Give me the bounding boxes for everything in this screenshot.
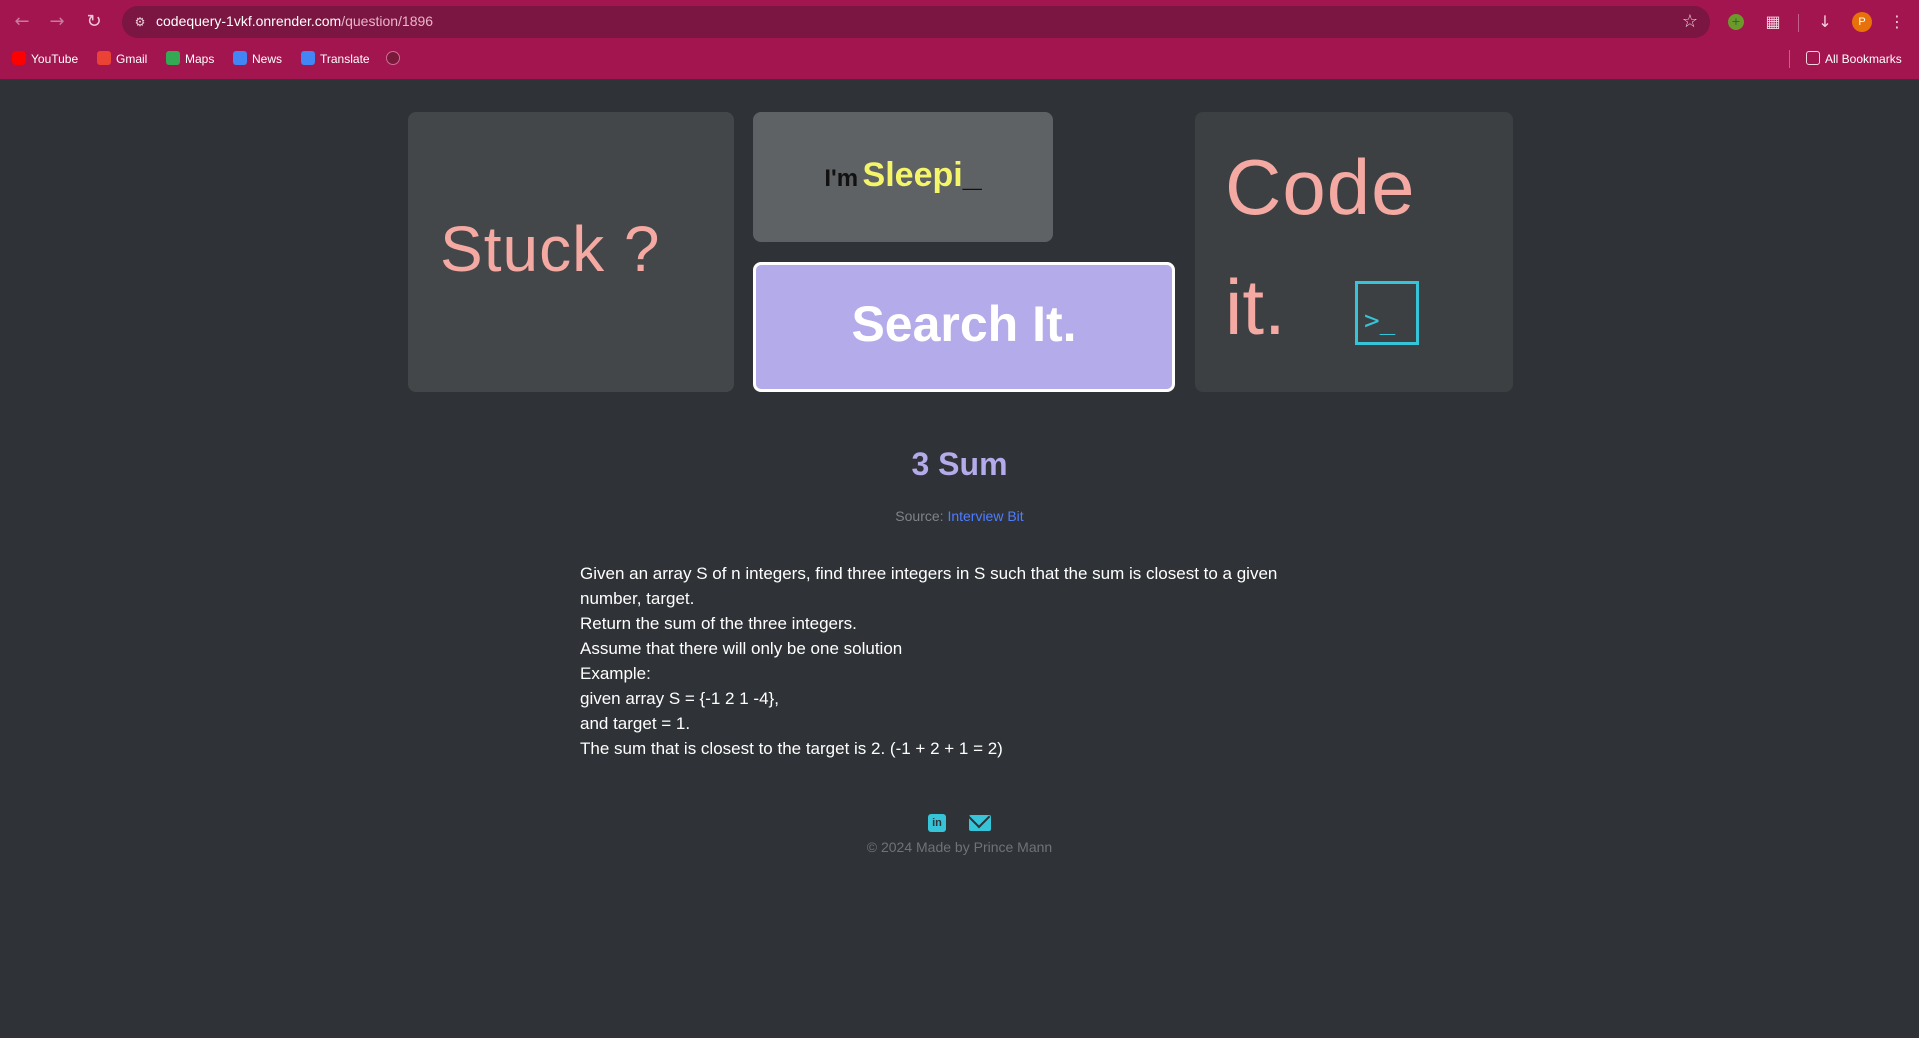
folder-icon (1806, 51, 1820, 65)
search-card[interactable]: Search It. (753, 262, 1175, 392)
youtube-icon (12, 51, 26, 65)
download-icon[interactable]: ↓ (1814, 11, 1836, 33)
url-host: codequery-1vkf.onrender.com (156, 13, 342, 29)
bookmark-star-icon[interactable]: ☆ (1682, 11, 1698, 32)
question-description: Given an array S of n integers, find thr… (580, 561, 1340, 761)
description-line: Assume that there will only be one solut… (580, 639, 903, 658)
terminal-icon[interactable]: >_ (1355, 281, 1419, 345)
description-line: Example: (580, 664, 651, 683)
forward-icon[interactable]: → (45, 10, 69, 34)
question-source: Source: Interview Bit (0, 508, 1919, 524)
bookmark-label: YouTube (31, 52, 79, 66)
site-info-icon[interactable]: ⚙ (132, 14, 148, 30)
bookmark-label: Maps (185, 52, 215, 66)
description-line: The sum that is closest to the target is… (580, 739, 1003, 758)
bookmark-news[interactable]: News (233, 50, 282, 68)
bookmark-youtube[interactable]: YouTube (12, 50, 78, 68)
puzzle-icon[interactable]: ▦ (1762, 11, 1784, 33)
globe-icon (386, 51, 400, 65)
description-line: Given an array S of n integers, find thr… (580, 564, 1278, 608)
profile-avatar[interactable]: P (1852, 12, 1872, 32)
bookmarks-bar: YouTube Gmail Maps News Translate All Bo… (0, 46, 1919, 72)
sleeping-text: I'm Sleepi_ (753, 156, 1053, 195)
bookmarks-divider (1789, 50, 1790, 68)
bookmark-gmail[interactable]: Gmail (97, 50, 147, 68)
footer-social: in (0, 812, 1919, 832)
description-line: given array S = {-1 2 1 -4}, (580, 689, 779, 708)
reload-icon[interactable]: ↻ (82, 10, 106, 34)
maps-icon (166, 51, 180, 65)
mail-icon[interactable] (969, 814, 992, 831)
extension-green-icon[interactable]: + (1728, 14, 1744, 30)
toolbar-divider (1798, 14, 1799, 32)
code-card: Code it. >_ (1195, 112, 1513, 392)
source-label: Source: (895, 508, 944, 524)
it-text: it. (1225, 263, 1286, 351)
stuck-card: Stuck ? (408, 112, 734, 392)
stuck-text: Stuck ? (440, 213, 661, 285)
terminal-prompt: >_ (1364, 306, 1396, 336)
code-text: Code (1225, 143, 1416, 231)
address-bar[interactable]: ⚙ codequery-1vkf.onrender.com/question/1… (122, 6, 1710, 38)
translate-icon (301, 51, 315, 65)
bookmark-label: Translate (320, 52, 370, 66)
description-line: and target = 1. (580, 714, 691, 733)
copyright-text: © 2024 Made by Prince Mann (866, 839, 1053, 855)
back-icon[interactable]: ← (10, 10, 34, 34)
question-title: 3 Sum (911, 446, 1008, 482)
bookmark-label: News (252, 52, 283, 66)
menu-kebab-icon[interactable]: ⋮ (1886, 11, 1908, 33)
sleeping-card: I'm Sleepi_ (753, 112, 1053, 242)
bookmark-label: Gmail (116, 52, 148, 66)
bookmark-translate[interactable]: Translate (301, 50, 370, 68)
typing-cursor: _ (962, 156, 982, 194)
sleep-prefix: I'm (824, 165, 859, 192)
url-text[interactable]: codequery-1vkf.onrender.com/question/189… (156, 13, 433, 29)
all-bookmarks[interactable]: All Bookmarks (1806, 50, 1902, 68)
url-path: /question/1896 (341, 13, 434, 29)
news-icon (233, 51, 247, 65)
all-bookmarks-label: All Bookmarks (1825, 52, 1902, 66)
bookmark-globe[interactable] (386, 50, 405, 68)
linkedin-icon[interactable]: in (927, 813, 946, 832)
sleep-word: Sleepi (862, 156, 963, 194)
bookmark-maps[interactable]: Maps (166, 50, 214, 68)
source-link[interactable]: Interview Bit (947, 508, 1023, 524)
browser-chrome: ← → ↻ ⚙ codequery-1vkf.onrender.com/ques… (0, 0, 1919, 80)
description-line: Return the sum of the three integers. (580, 614, 857, 633)
browser-toolbar: ← → ↻ ⚙ codequery-1vkf.onrender.com/ques… (0, 0, 1919, 44)
search-it-label: Search It. (851, 296, 1077, 352)
gmail-icon (97, 51, 111, 65)
